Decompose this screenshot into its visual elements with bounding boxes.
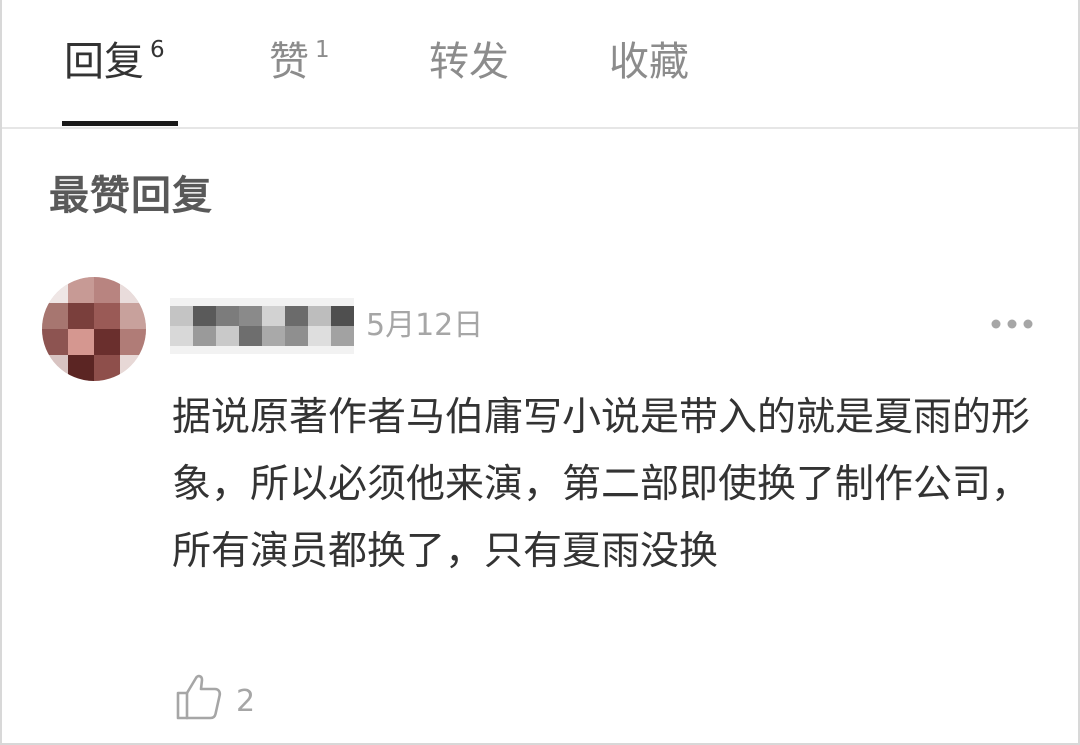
pixelated-avatar-image — [42, 277, 146, 381]
reply-panel: 回复 6 赞1 转发 收藏 最赞回复 5月12日 据说原著作者马伯庸写小说是带入… — [0, 0, 1080, 745]
like-count: 2 — [236, 684, 256, 719]
comment-text: 据说原著作者马伯庸写小说是带入的就是夏雨的形象，所以必须他来演，第二部即使换了制… — [172, 395, 1031, 574]
comment-date: 5月12日 — [366, 308, 484, 343]
tab-favorites-label: 收藏 — [609, 39, 689, 85]
thumbs-up-icon — [176, 674, 222, 720]
tab-replies-count: 6 — [150, 37, 165, 63]
tab-favorites[interactable]: 收藏 — [609, 36, 689, 88]
more-dots-icon — [991, 319, 1033, 329]
tab-likes[interactable]: 赞1 — [269, 36, 330, 94]
tab-reposts[interactable]: 转发 — [429, 36, 509, 88]
tab-replies-label: 回复 — [64, 39, 144, 85]
section-title: 最赞回复 — [49, 173, 213, 219]
username[interactable] — [170, 298, 354, 354]
pixelated-username-image — [170, 298, 354, 354]
active-tab-indicator — [62, 121, 178, 126]
tab-reposts-label: 转发 — [429, 39, 509, 85]
tab-likes-label: 赞 — [269, 39, 309, 85]
tab-replies[interactable]: 回复 6 — [64, 36, 165, 94]
tab-likes-count: 1 — [315, 37, 330, 63]
tab-bar: 回复 6 赞1 转发 收藏 — [2, 0, 1078, 129]
more-options-button[interactable] — [986, 310, 1038, 338]
like-button[interactable]: 2 — [174, 670, 274, 726]
avatar[interactable] — [42, 277, 146, 381]
